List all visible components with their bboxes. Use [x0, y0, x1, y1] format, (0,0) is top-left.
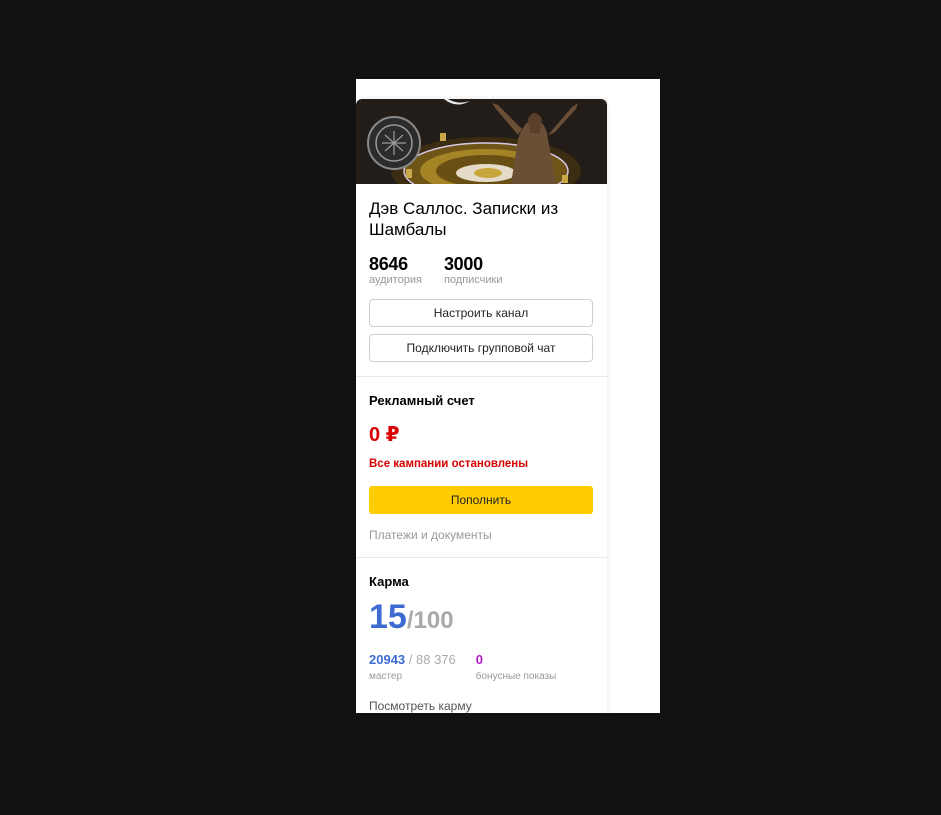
ad-account-section: Рекламный счет 0 ₽ Все кампании остановл…: [356, 393, 607, 543]
karma-value: 15: [369, 598, 407, 636]
karma-heading: Карма: [369, 574, 409, 589]
karma-section: Карма 15/100 20943 / 88 376 мастер 0 бон…: [356, 574, 607, 713]
stat-audience-value: 8646: [369, 254, 408, 274]
channel-card: Дэв Саллос. Записки из Шамбалы 8646 ауди…: [356, 99, 607, 713]
channel-info-section: Дэв Саллос. Записки из Шамбалы 8646 ауди…: [356, 198, 607, 362]
stat-subscribers-value: 3000: [443, 254, 483, 274]
bonus-impressions: 0 бонусные показы: [476, 652, 557, 684]
karma-points: 20943 / 88 376 мастер: [369, 652, 456, 684]
topup-button[interactable]: Пополнить: [369, 486, 593, 514]
bonus-impressions-value: 0: [475, 652, 483, 667]
view-karma-link[interactable]: Посмотреть карму: [369, 699, 594, 713]
bonus-impressions-label: бонусные показы: [475, 671, 557, 682]
campaigns-status: Все кампании остановлены: [369, 458, 529, 470]
channel-stats: 8646 аудитория 3000 подписчики: [369, 255, 594, 287]
karma-score: 15/100: [369, 599, 594, 642]
page-canvas: Дэв Саллос. Записки из Шамбалы 8646 ауди…: [356, 79, 660, 713]
stat-audience-label: аудитория: [369, 274, 422, 286]
payments-documents-link[interactable]: Платежи и документы: [369, 528, 594, 543]
section-divider: [356, 557, 607, 558]
channel-cover-image: [356, 99, 607, 184]
ad-account-balance: 0 ₽: [369, 424, 400, 446]
karma-points-value: 20943 / 88 376: [369, 652, 456, 667]
stat-subscribers: 3000 подписчики: [444, 255, 503, 287]
ad-account-heading: Рекламный счет: [369, 393, 475, 408]
karma-points-current: 20943: [369, 652, 406, 667]
stat-audience: 8646 аудитория: [369, 255, 422, 287]
karma-points-total: / 88 376: [405, 652, 456, 667]
section-divider: [356, 376, 607, 377]
karma-points-label: мастер: [369, 671, 403, 682]
stat-subscribers-label: подписчики: [443, 274, 503, 286]
connect-group-chat-button[interactable]: Подключить групповой чат: [369, 334, 593, 362]
channel-title: Дэв Саллос. Записки из Шамбалы: [369, 199, 559, 239]
configure-channel-button[interactable]: Настроить канал: [369, 299, 593, 327]
karma-stats: 20943 / 88 376 мастер 0 бонусные показы: [369, 652, 594, 684]
karma-max: /100: [406, 607, 454, 634]
